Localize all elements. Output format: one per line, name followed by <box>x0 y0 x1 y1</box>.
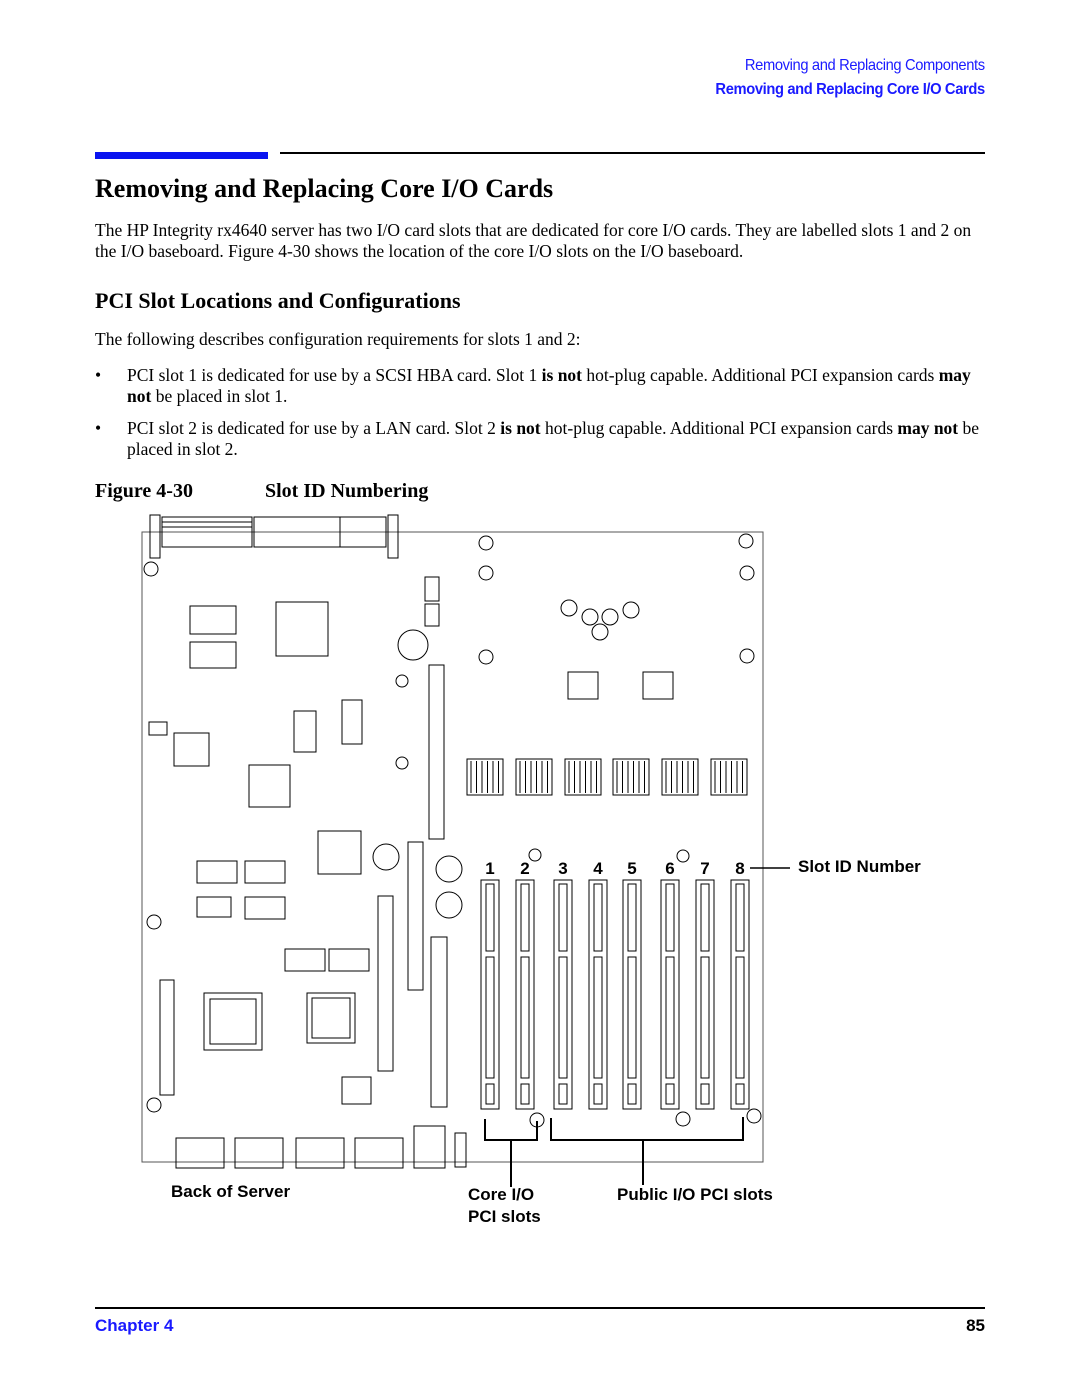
page-number: 85 <box>966 1316 985 1335</box>
public-io-label: Public I/O PCI slots <box>617 1185 773 1204</box>
slot-id-number-label: Slot ID Number <box>798 857 921 876</box>
core-io-label: Core I/O <box>468 1185 535 1204</box>
memory-connector <box>515 758 553 796</box>
back-of-server-label: Back of Server <box>171 1182 291 1201</box>
memory-connector <box>564 758 602 796</box>
pci-slot-5 <box>622 879 642 1110</box>
footer-rule <box>95 1307 985 1309</box>
pci-slot-1 <box>480 879 500 1110</box>
memory-connector <box>710 758 748 796</box>
pci-slot-2 <box>515 879 535 1110</box>
slot-number-3: 3 <box>558 859 567 878</box>
baseboard-outline <box>141 514 764 1169</box>
slot-number-4: 4 <box>593 859 603 878</box>
io-baseboard-diagram: 1 2 3 4 5 6 7 8 <box>141 514 790 1187</box>
slot-number-1: 1 <box>485 859 494 878</box>
slot-number-8: 8 <box>735 859 744 878</box>
slot-number-6: 6 <box>665 859 674 878</box>
slot-number-2: 2 <box>520 859 529 878</box>
pci-slot-6 <box>660 879 680 1110</box>
slot-number-5: 5 <box>627 859 636 878</box>
core-io-pci-slots-label: PCI slots <box>468 1207 541 1226</box>
footer-chapter: Chapter 4 <box>95 1316 174 1335</box>
memory-connector <box>466 758 504 796</box>
slot-number-7: 7 <box>700 859 709 878</box>
pci-slot-7 <box>695 879 715 1110</box>
pci-slot-3 <box>553 879 573 1110</box>
memory-connector <box>661 758 699 796</box>
memory-connector <box>612 758 650 796</box>
pci-slot-8 <box>730 879 750 1110</box>
pci-slot-4 <box>588 879 608 1110</box>
